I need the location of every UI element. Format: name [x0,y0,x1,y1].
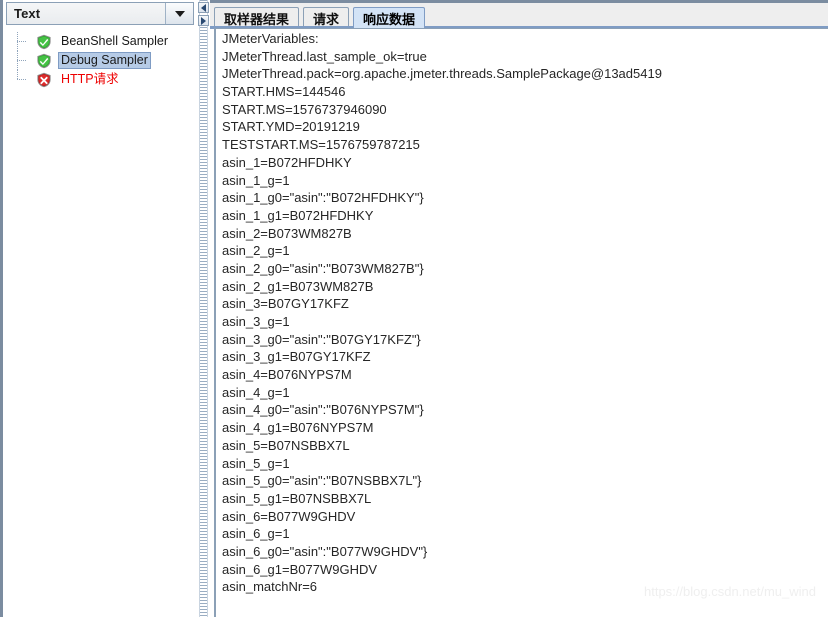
response-data-textpane[interactable]: JMeterVariables: JMeterThread.last_sample… [214,28,828,617]
red-shield-cross-icon [36,72,52,88]
response-text-line: asin_5_g1=B07NSBBX7L [222,490,372,506]
response-text-line: START.HMS=144546 [222,84,346,100]
response-text-line: asin_2_g1=B073WM827B [222,278,374,294]
response-text-line: asin_4=B076NYPS7M [222,367,352,383]
response-text-line: asin_6_g0="asin":"B077W9GHDV"} [222,543,428,559]
response-text-line: asin_4_g0="asin":"B076NYPS7M"} [222,402,424,418]
sampler-detail-panel: 取样器结果 请求 响应数据 JMeterVariables: JMeterThre… [210,0,828,617]
response-text-line: asin_2=B073WM827B [222,225,352,241]
response-text-line: asin_6_g=1 [222,526,290,542]
response-text-line: asin_1_g=1 [222,172,290,188]
tree-connector [17,51,33,70]
render-format-row: Text [3,0,197,27]
chevron-down-icon[interactable] [165,3,193,24]
green-shield-check-icon [36,53,52,69]
response-text-line: JMeterThread.pack=org.apache.jmeter.thre… [222,66,662,82]
sampler-results-tree[interactable]: BeanShell Sampler Debug Sampler HTTP请求 [6,28,197,617]
response-text-line: asin_5_g=1 [222,455,290,471]
render-format-combo[interactable]: Text [6,2,194,25]
response-text-line: asin_3_g1=B07GY17KFZ [222,349,371,365]
tree-item-debug-sampler[interactable]: Debug Sampler [6,51,197,70]
detail-tabbar: 取样器结果 请求 响应数据 [210,0,828,29]
response-text-line: JMeterThread.last_sample_ok=true [222,48,427,64]
response-data-text[interactable]: JMeterVariables: JMeterThread.last_sample… [222,30,828,617]
tree-connector [17,32,33,51]
render-format-combo-value: Text [14,6,41,21]
tree-item-label: Debug Sampler [58,52,151,69]
tree-connector [17,70,33,89]
green-shield-check-icon [36,34,52,50]
response-text-line: asin_1_g1=B072HFDHKY [222,207,374,223]
response-text-line: asin_3_g0="asin":"B07GY17KFZ"} [222,331,421,347]
split-pane-divider[interactable] [197,0,210,617]
response-text-line: asin_2_g=1 [222,243,290,259]
tree-item-beanshell-sampler[interactable]: BeanShell Sampler [6,32,197,51]
textpane-top-border [214,28,828,29]
response-text-line: asin_1_g0="asin":"B072HFDHKY"} [222,190,424,206]
response-text-line: asin_5=B07NSBBX7L [222,437,350,453]
response-text-line: asin_6=B077W9GHDV [222,508,356,524]
tree-item-label: BeanShell Sampler [61,34,169,48]
tree-item-http-request[interactable]: HTTP请求 [6,70,197,89]
split-pane-grip[interactable] [199,0,208,617]
response-text-line: asin_3_g=1 [222,314,290,329]
response-text-line: asin_2_g0="asin":"B073WM827B"} [222,260,424,276]
response-text-line: asin_matchNr=6 [222,579,318,595]
response-text-line: asin_4_g=1 [222,384,290,400]
textpane-left-border [214,28,216,617]
response-text-line: JMeterVariables: [222,31,319,46]
response-text-line: asin_4_g1=B076NYPS7M [222,420,374,436]
results-tree-panel: Text BeanShell Sampler Debug Sampler HTT… [0,0,197,617]
tree-item-label: HTTP请求 [61,72,119,86]
response-text-line: TESTSTART.MS=1576759787215 [222,137,420,153]
triangle-right-icon[interactable] [198,15,209,26]
response-text-line: START.YMD=20191219 [222,119,360,135]
triangle-left-icon[interactable] [198,2,209,13]
response-text-line: asin_1=B072HFDHKY [222,154,352,170]
response-text-line: asin_6_g1=B077W9GHDV [222,561,378,577]
response-text-line: asin_5_g0="asin":"B07NSBBX7L"} [222,473,422,489]
jmeter-view-results-tree-window: Text BeanShell Sampler Debug Sampler HTT… [0,0,828,617]
response-text-line: asin_3=B07GY17KFZ [222,296,349,312]
response-text-line: START.MS=1576737946090 [222,101,387,117]
